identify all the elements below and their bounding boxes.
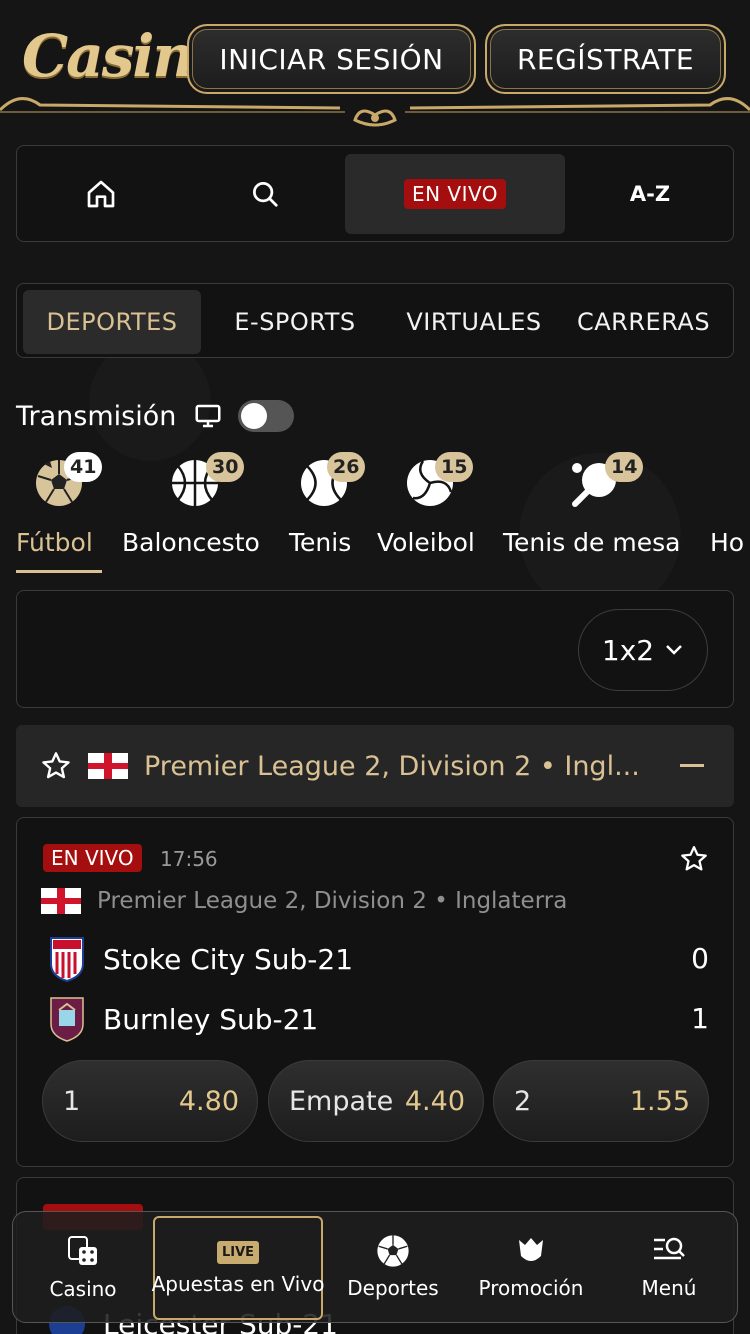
collapse-icon[interactable] bbox=[680, 764, 704, 768]
odd-home-button[interactable]: 1 4.80 bbox=[42, 1060, 258, 1142]
soccer-ball-icon bbox=[377, 1235, 409, 1267]
search-tab[interactable] bbox=[185, 154, 345, 234]
market-selected: 1x2 bbox=[601, 633, 655, 667]
tab-esports[interactable]: E-SPORTS bbox=[213, 290, 377, 354]
sport-count: 15 bbox=[435, 452, 474, 482]
tab-deportes[interactable]: DEPORTES bbox=[23, 290, 201, 354]
live-tab[interactable]: EN VIVO bbox=[345, 154, 565, 234]
odd-value: 4.80 bbox=[178, 1085, 239, 1117]
odd-value: 1.55 bbox=[629, 1085, 690, 1117]
live-badge: EN VIVO bbox=[403, 179, 507, 209]
bottom-nav: Casino LIVE Apuestas en Vivo Deportes Pr… bbox=[12, 1211, 738, 1323]
sports-row: 41 Fútbol 30 Baloncesto 26 Tenis 15 Vole… bbox=[0, 450, 750, 575]
tulip-icon bbox=[519, 1238, 543, 1261]
nav-deportes[interactable]: Deportes bbox=[323, 1212, 463, 1322]
odd-draw-button[interactable]: Empate 4.40 bbox=[268, 1060, 484, 1142]
sport-label: Tenis bbox=[289, 528, 352, 557]
chevron-down-icon bbox=[666, 645, 682, 655]
sport-label: Baloncesto bbox=[122, 528, 260, 557]
register-button[interactable]: REGÍSTRATE bbox=[485, 24, 726, 94]
odd-label: Empate bbox=[289, 1085, 393, 1117]
match-time: 17:56 bbox=[160, 847, 218, 871]
sport-tenis-de-mesa[interactable]: 14 Tenis de mesa bbox=[503, 450, 693, 575]
nav-live-bets[interactable]: LIVE Apuestas en Vivo bbox=[151, 1216, 325, 1320]
tab-virtuales[interactable]: VIRTUALES bbox=[389, 290, 559, 354]
sport-label: Tenis de mesa bbox=[503, 528, 681, 557]
sport-label: Fútbol bbox=[16, 528, 93, 557]
nav-menu[interactable]: Menú bbox=[599, 1212, 739, 1322]
live-icon: LIVE bbox=[216, 1240, 260, 1264]
odd-label: 1 bbox=[63, 1085, 81, 1117]
match-league: Premier League 2, Division 2 • Inglaterr… bbox=[41, 888, 567, 914]
sport-label: Ho bbox=[710, 528, 745, 557]
active-underline bbox=[16, 570, 102, 573]
live-badge: EN VIVO bbox=[43, 844, 142, 872]
category-tabs: DEPORTES E-SPORTS VIRTUALES CARRERAS bbox=[16, 283, 734, 358]
away-score: 1 bbox=[691, 1002, 709, 1035]
stoke-crest-icon bbox=[50, 937, 84, 982]
top-nav: EN VIVO A-Z bbox=[16, 145, 734, 242]
home-icon bbox=[87, 180, 115, 208]
market-dropdown[interactable]: 1x2 bbox=[578, 609, 708, 691]
home-team: Stoke City Sub-21 bbox=[47, 936, 353, 982]
transmission-toggle[interactable] bbox=[238, 400, 295, 432]
search-icon bbox=[253, 182, 278, 207]
odd-away-button[interactable]: 2 1.55 bbox=[493, 1060, 709, 1142]
league-name: Premier League 2, Division 2 • Ingl... bbox=[144, 750, 640, 782]
sport-count: 41 bbox=[64, 452, 103, 482]
favorite-star-icon[interactable] bbox=[679, 844, 709, 874]
sport-futbol[interactable]: 41 Fútbol bbox=[16, 450, 106, 575]
odd-label: 2 bbox=[514, 1085, 532, 1117]
england-flag-icon bbox=[41, 888, 81, 914]
nav-label: Menú bbox=[641, 1276, 697, 1300]
burnley-crest-icon bbox=[50, 997, 84, 1042]
header-ornament bbox=[0, 97, 750, 127]
match-card[interactable]: EN VIVO 17:56 Premier League 2, Division… bbox=[16, 817, 734, 1167]
sport-tenis[interactable]: 26 Tenis bbox=[289, 450, 366, 575]
odd-value: 4.40 bbox=[404, 1085, 465, 1117]
away-team: Burnley Sub-21 bbox=[47, 996, 318, 1042]
star-icon[interactable] bbox=[40, 750, 72, 782]
tab-carreras[interactable]: CARRERAS bbox=[577, 290, 733, 354]
nav-promocion[interactable]: Promoción bbox=[463, 1212, 599, 1322]
league-header[interactable]: Premier League 2, Division 2 • Ingl... bbox=[16, 725, 734, 807]
match-league-label: Premier League 2, Division 2 • Inglaterr… bbox=[97, 888, 568, 914]
away-team-name: Burnley Sub-21 bbox=[103, 1002, 319, 1036]
login-button[interactable]: INICIAR SESIÓN bbox=[187, 24, 476, 94]
az-label: A-Z bbox=[629, 182, 671, 206]
sport-count: 26 bbox=[327, 452, 366, 482]
transmission-label: Transmisión bbox=[16, 400, 177, 432]
sport-voleibol[interactable]: 15 Voleibol bbox=[377, 450, 487, 575]
sport-count: 14 bbox=[605, 452, 644, 482]
sport-label: Voleibol bbox=[377, 528, 475, 557]
nav-label: Apuestas en Vivo bbox=[151, 1271, 325, 1296]
nav-label: Deportes bbox=[347, 1276, 439, 1300]
sport-next[interactable]: Ho bbox=[710, 450, 750, 575]
nav-label: Casino bbox=[49, 1277, 117, 1301]
az-tab[interactable]: A-Z bbox=[565, 154, 735, 234]
monitor-icon bbox=[195, 404, 221, 428]
menu-search-icon bbox=[654, 1237, 685, 1260]
sport-count: 30 bbox=[206, 452, 245, 482]
transmission-filter: Transmisión bbox=[16, 396, 295, 436]
england-flag-icon bbox=[88, 753, 128, 779]
nav-label: Promoción bbox=[478, 1276, 584, 1300]
nav-casino[interactable]: Casino bbox=[13, 1212, 153, 1322]
casino-dice-icon bbox=[68, 1236, 97, 1265]
sport-baloncesto[interactable]: 30 Baloncesto bbox=[122, 450, 272, 575]
home-tab[interactable] bbox=[17, 154, 185, 234]
home-score: 0 bbox=[691, 942, 709, 975]
market-bar: 1x2 bbox=[16, 590, 734, 708]
home-team-name: Stoke City Sub-21 bbox=[103, 942, 354, 976]
header: Casina INICIAR SESIÓN REGÍSTRATE bbox=[0, 0, 750, 135]
